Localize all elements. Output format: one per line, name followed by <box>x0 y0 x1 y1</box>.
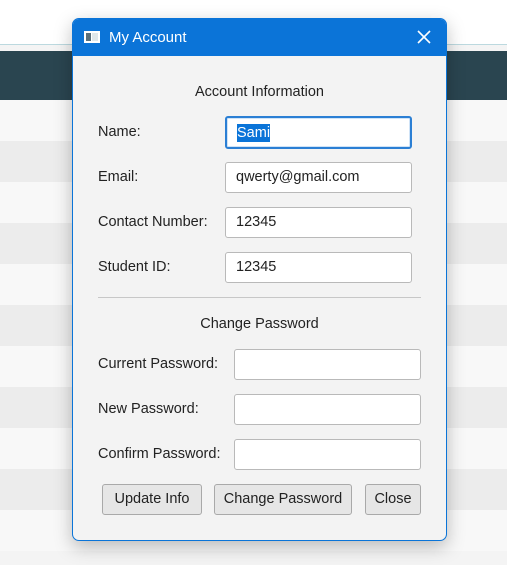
confirm-password-field[interactable] <box>234 439 421 470</box>
student-id-label: Student ID: <box>98 259 171 275</box>
name-value: Sami <box>237 124 271 142</box>
close-icon[interactable] <box>414 27 434 47</box>
window-icon <box>84 31 100 43</box>
contact-number-field[interactable]: 12345 <box>225 207 412 238</box>
change-password-heading: Change Password <box>200 316 319 332</box>
current-password-field[interactable] <box>234 349 421 380</box>
current-password-label: Current Password: <box>98 356 219 372</box>
new-password-field[interactable] <box>234 394 421 425</box>
name-label: Name: <box>98 124 141 140</box>
confirm-password-label: Confirm Password: <box>98 446 221 462</box>
change-password-button[interactable]: Change Password <box>214 484 352 515</box>
new-password-label: New Password: <box>98 401 199 417</box>
account-info-heading: Account Information <box>195 84 324 100</box>
section-divider <box>98 297 421 298</box>
email-field[interactable]: qwerty@gmail.com <box>225 162 412 193</box>
student-id-value: 12345 <box>236 259 277 275</box>
dialog-title: My Account <box>109 29 187 46</box>
close-button[interactable]: Close <box>365 484 421 515</box>
email-label: Email: <box>98 169 139 185</box>
contact-number-label: Contact Number: <box>98 214 208 230</box>
title-bar[interactable]: My Account <box>73 19 446 56</box>
my-account-dialog: My Account Account Information Name: Sam… <box>72 18 447 541</box>
name-field[interactable]: Sami <box>225 116 412 149</box>
update-info-button[interactable]: Update Info <box>102 484 202 515</box>
student-id-field[interactable]: 12345 <box>225 252 412 283</box>
email-value: qwerty@gmail.com <box>236 169 360 185</box>
contact-number-value: 12345 <box>236 214 277 230</box>
